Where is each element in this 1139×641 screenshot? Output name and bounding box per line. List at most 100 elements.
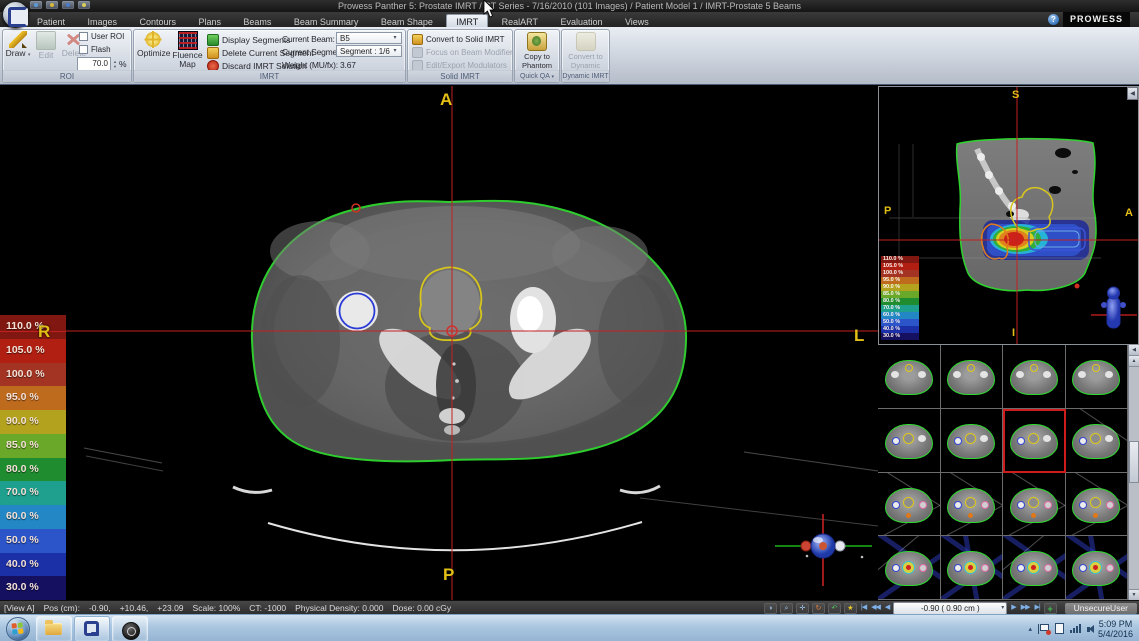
next-slice-button[interactable]: ▶ <box>1010 603 1016 614</box>
ct-thumbnail[interactable] <box>941 473 1004 537</box>
draw-button[interactable]: Draw ▾ <box>5 31 31 60</box>
dose-scale-row: 70.0 % <box>0 481 66 505</box>
sagittal-collapse-button[interactable]: ◀ <box>1127 87 1138 100</box>
network-icon[interactable] <box>1070 624 1081 633</box>
convert-to-solid-imrt-button[interactable]: Convert to Solid IMRT <box>412 34 505 45</box>
focus-on-beam-modifier-button[interactable]: Focus on Beam Modifier <box>412 47 513 58</box>
window-level-icon[interactable]: ◑ <box>764 603 777 614</box>
user-roi-checkbox[interactable]: User ROI <box>79 32 124 41</box>
reset-view-icon[interactable]: ↶ <box>828 603 841 614</box>
tray-document-icon[interactable] <box>1055 623 1064 634</box>
flash-dose-icon[interactable]: ★ <box>844 603 857 614</box>
optimize-button[interactable]: Optimize <box>137 31 168 58</box>
quick-access-icon[interactable] <box>78 1 90 9</box>
ct-thumbnail[interactable] <box>1066 536 1129 600</box>
sagittal-view[interactable]: 110.0 % 105.0 % 100.0 % 95.0 % 90.0 % 85… <box>878 86 1139 345</box>
optimize-label: Optimize <box>137 48 171 58</box>
thumbnail-collapse-button[interactable]: ◀ <box>1129 345 1139 356</box>
mouse-cursor <box>483 0 495 18</box>
fluence-map-label: Fluence Map <box>172 50 202 69</box>
ribbon-tab-row: Patient Images Contours Plans Beams Beam… <box>0 12 1139 27</box>
display-segments-button[interactable]: Display Segments <box>207 34 291 46</box>
slice-thumbnail-panel: ◀ ▲ ▼ <box>878 345 1139 600</box>
status-scale: Scale: 100% <box>193 603 241 613</box>
slice-position-select[interactable]: -0.90 ( 0.90 cm ) ▾ <box>893 602 1007 615</box>
thumbnail-scrollbar[interactable]: ◀ ▲ ▼ <box>1128 345 1139 600</box>
windows-logo-icon <box>11 622 23 634</box>
dose-scale-row: 50.0 % <box>0 529 66 553</box>
axial-view[interactable]: 110.0 % 105.0 % 100.0 % 95.0 % 90.0 % 85… <box>0 86 878 600</box>
taskbar-clock[interactable]: 5:09 PM 5/4/2016 <box>1098 619 1133 639</box>
fast-next-button[interactable]: ▶▶ <box>1020 603 1031 614</box>
quick-qa-label-text: Quick QA <box>520 73 550 80</box>
window-title: Prowess Panther 5: Prostate IMRT / CT Se… <box>338 1 801 11</box>
convert-solid-label: Convert to Solid IMRT <box>426 35 505 44</box>
opacity-value[interactable]: 70.0 <box>77 57 111 71</box>
ct-thumbnail[interactable] <box>1066 345 1129 409</box>
tray-expand-icon[interactable]: ▴ <box>1028 625 1032 633</box>
folder-icon <box>45 623 62 635</box>
dynamic-imrt-group-label: Dynamic IMRT <box>562 70 609 82</box>
add-slice-icon[interactable]: + <box>1044 603 1057 614</box>
ct-thumbnail[interactable] <box>941 345 1004 409</box>
volume-icon[interactable] <box>1087 627 1090 632</box>
ct-thumbnail[interactable] <box>878 473 941 537</box>
ct-thumbnail[interactable] <box>941 409 1004 473</box>
status-pos-label: Pos (cm): <box>44 603 80 613</box>
scroll-down-button[interactable]: ▼ <box>1129 589 1139 600</box>
mini-dose-row: 105.0 % <box>881 263 919 270</box>
spin-down-icon[interactable]: ▼ <box>113 64 117 69</box>
taskbar-recorder-button[interactable] <box>112 616 148 641</box>
quick-access-icon[interactable] <box>30 1 42 9</box>
edit-button[interactable]: Edit <box>33 31 59 60</box>
start-button[interactable] <box>6 617 30 641</box>
quick-access-icon[interactable] <box>62 1 74 9</box>
current-segment-select[interactable]: Segment : 1/6 ▾ <box>336 45 402 57</box>
clock-time: 5:09 PM <box>1098 619 1133 629</box>
taskbar-explorer-button[interactable] <box>36 616 72 641</box>
rotate-icon[interactable]: ↻ <box>812 603 825 614</box>
ct-thumbnail[interactable] <box>1003 473 1066 537</box>
status-dose: Dose: 0.00 cGy <box>393 603 452 613</box>
slice-dropdown-icon[interactable]: ▾ <box>1001 603 1004 614</box>
last-slice-button[interactable]: ▶| <box>1033 603 1040 614</box>
current-beam-select[interactable]: B5 ▾ <box>336 32 402 44</box>
help-icon[interactable]: ? <box>1048 14 1059 25</box>
user-roi-label: User ROI <box>91 32 124 41</box>
copy-to-phantom-button[interactable]: Copy to Phantom <box>517 32 557 70</box>
ct-thumbnail[interactable] <box>878 409 941 473</box>
ct-thumbnail[interactable] <box>1066 473 1129 537</box>
fast-previous-button[interactable]: ◀◀ <box>870 603 881 614</box>
ribbon: Draw ▾ Edit Delete User ROI Flash 70.0 ▲… <box>0 27 1139 85</box>
scrollbar-thumb[interactable] <box>1129 441 1139 483</box>
fluence-map-button[interactable]: Fluence Map <box>171 31 204 69</box>
ct-thumbnail[interactable] <box>941 536 1004 600</box>
windows-taskbar: ▴ 5:09 PM 5/4/2016 <box>0 614 1139 641</box>
dose-scale-row: 30.0 % <box>0 576 66 600</box>
action-center-icon[interactable] <box>1038 624 1049 634</box>
ct-thumbnail[interactable] <box>878 536 941 600</box>
scroll-up-button[interactable]: ▲ <box>1129 356 1139 367</box>
quick-qa-group-label[interactable]: Quick QA ▾ <box>515 70 559 82</box>
flash-checkbox[interactable]: Flash <box>79 45 111 54</box>
previous-slice-button[interactable]: ◀ <box>884 603 890 614</box>
current-segment-value: Segment : 1/6 <box>340 47 390 56</box>
ct-thumbnail[interactable] <box>1003 536 1066 600</box>
quick-access-icon[interactable] <box>46 1 58 9</box>
status-pos-x: -0.90, <box>89 603 111 613</box>
first-slice-button[interactable]: |◀ <box>860 603 867 614</box>
combo-dropdown-icon[interactable]: ▾ <box>390 46 400 56</box>
recorder-icon <box>122 622 140 640</box>
pan-icon[interactable]: ✛ <box>796 603 809 614</box>
quick-qa-dropdown-icon[interactable]: ▾ <box>552 74 555 80</box>
ct-thumbnail[interactable] <box>878 345 941 409</box>
clock-date: 5/4/2016 <box>1098 629 1133 639</box>
ct-thumbnail[interactable] <box>1066 409 1129 473</box>
taskbar-prowess-button[interactable] <box>74 616 110 641</box>
ct-thumbnail[interactable] <box>1003 345 1066 409</box>
opacity-spinner[interactable]: 70.0 ▲▼ % <box>77 57 127 71</box>
combo-dropdown-icon[interactable]: ▾ <box>390 33 400 43</box>
zoom-icon[interactable]: ⌕ <box>780 603 793 614</box>
app-menu-button[interactable] <box>2 1 29 28</box>
ct-thumbnail-selected[interactable] <box>1003 409 1066 473</box>
